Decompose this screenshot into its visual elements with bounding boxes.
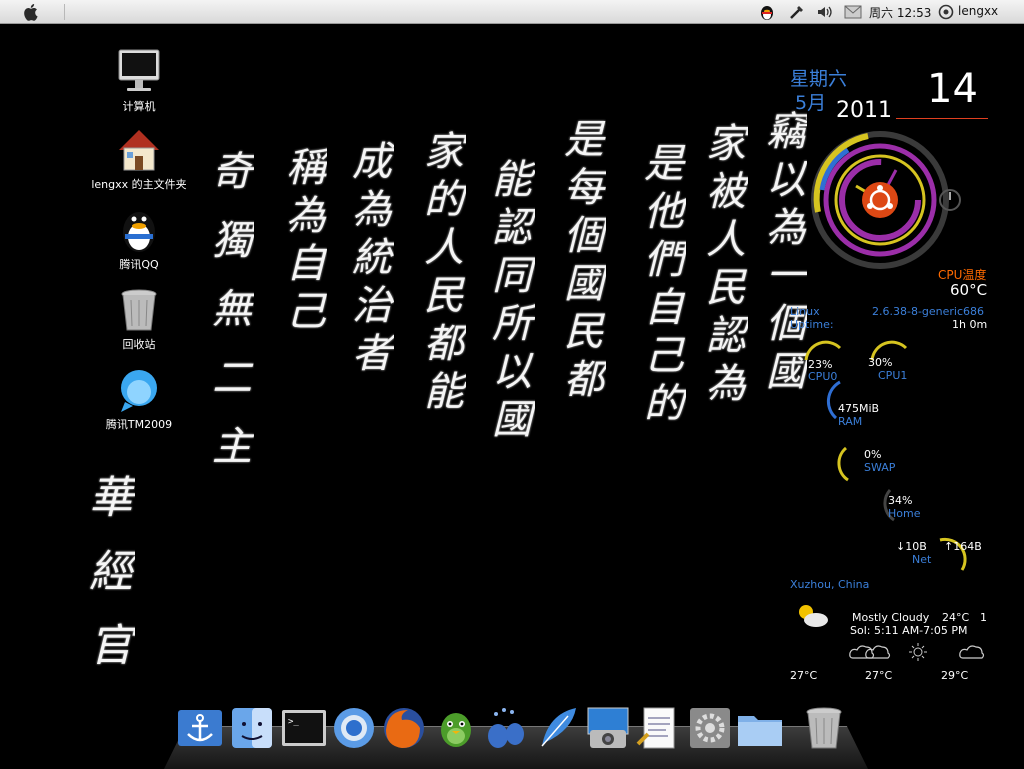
- wallpaper-calligraphy-column: 是每個國民都: [557, 118, 603, 406]
- net-down: ↓10B: [896, 540, 927, 553]
- calendar-weekday: 星期六: [790, 68, 848, 90]
- swap-label: SWAP: [864, 461, 896, 474]
- weather-condition: Mostly Cloudy: [852, 611, 930, 624]
- ram-label: RAM: [838, 415, 863, 428]
- computer-icon: [115, 48, 163, 96]
- os-label: Linux: [790, 305, 820, 318]
- sunny-icon: [908, 642, 928, 662]
- user-icon[interactable]: [936, 2, 956, 22]
- clock-rings-widget: [811, 131, 961, 269]
- weather-temp: 24°C: [942, 611, 970, 624]
- svg-text:>_: >_: [288, 717, 299, 727]
- calendar-day: 14: [927, 66, 978, 112]
- desktop-icon-label: 腾讯QQ: [119, 258, 159, 271]
- net-up: ↑164B: [944, 540, 982, 553]
- wallpaper-calligraphy-column: 稱為自己: [279, 146, 325, 338]
- partly-cloudy-icon: [792, 600, 832, 630]
- desktop-icon-home[interactable]: lengxx 的主文件夹: [84, 126, 194, 192]
- wallpaper-calligraphy-column: 家的人民都能: [417, 130, 463, 418]
- ram-value: 475MiB: [838, 402, 880, 415]
- qq-penguin-icon: [115, 206, 163, 254]
- feather-icon[interactable]: [534, 704, 582, 754]
- desktop-icon-label: 回收站: [122, 338, 156, 351]
- desktop-icon-label: 腾讯TM2009: [105, 418, 173, 431]
- calendar-month: 5月: [795, 92, 827, 114]
- apple-icon[interactable]: [22, 2, 42, 22]
- mail-icon[interactable]: [842, 2, 864, 22]
- photo-viewer-icon[interactable]: [584, 704, 632, 754]
- desktop-icon-label: lengxx 的主文件夹: [91, 178, 187, 191]
- dock-trash-icon[interactable]: [800, 704, 848, 754]
- cpu0-label: CPU0: [808, 370, 838, 383]
- weather-sun-times: Sol: 5:11 AM-7:05 PM: [850, 624, 968, 637]
- network-tool-icon[interactable]: [786, 2, 808, 22]
- kernel-version: 2.6.38-8-generic686: [872, 305, 985, 318]
- weather-location: Xuzhou, China: [790, 578, 870, 591]
- weather-extra: 1: [980, 611, 987, 624]
- wallpaper-calligraphy-column: 能認同所以國: [485, 158, 531, 446]
- cpu1-percent: 30%: [868, 356, 893, 369]
- top-menu-bar: 周六 12:53 lengxx: [0, 0, 1024, 24]
- desktop-icon-computer[interactable]: 计算机: [84, 48, 194, 114]
- desktop-icon-qq[interactable]: 腾讯QQ: [84, 206, 194, 272]
- net-label: Net: [912, 553, 932, 566]
- menubar-separator: [64, 4, 65, 20]
- cloudy-icon: [958, 642, 986, 662]
- forecast-temp: 27°C: [865, 669, 893, 682]
- desktop-icon-trash[interactable]: 回收站: [84, 286, 194, 352]
- cpu1-label: CPU1: [878, 369, 908, 382]
- finder-icon[interactable]: [228, 704, 276, 754]
- forecast-temp: 27°C: [790, 669, 818, 682]
- volume-icon[interactable]: [814, 2, 836, 22]
- desktop-icon-label: 计算机: [122, 100, 156, 113]
- qq-tray-icon[interactable]: [756, 2, 778, 22]
- desktop-icon-tm[interactable]: 腾讯TM2009: [84, 366, 194, 432]
- menubar-username[interactable]: lengxx: [958, 4, 998, 18]
- firefox-icon[interactable]: [380, 704, 428, 754]
- wallpaper-calligraphy-column: 家被人民認為: [699, 122, 745, 410]
- menubar-clock[interactable]: 周六 12:53: [869, 4, 931, 21]
- wallpaper-calligraphy-column: 奇 獨 無 二 主: [205, 150, 251, 473]
- swap-percent: 0%: [864, 448, 882, 461]
- calendar-underline: [896, 118, 988, 119]
- home-percent: 34%: [888, 494, 913, 507]
- trash-icon: [115, 286, 163, 334]
- empathy-icon[interactable]: [482, 704, 530, 754]
- forecast-temp: 29°C: [941, 669, 969, 682]
- cpu-temp-value: 60°C: [950, 281, 988, 299]
- tm-chat-icon: [115, 366, 163, 414]
- chromium-icon[interactable]: [330, 704, 378, 754]
- home-label: Home: [888, 507, 921, 520]
- cloudy-icon: [864, 642, 892, 662]
- calendar-year: 2011: [836, 98, 892, 123]
- wallpaper-signature: 華 經 官: [81, 474, 132, 674]
- home-folder-icon: [115, 126, 163, 174]
- pidgin-icon[interactable]: [432, 704, 480, 754]
- anchor-app-icon[interactable]: [176, 704, 224, 754]
- terminal-icon[interactable]: >_: [280, 704, 328, 754]
- system-settings-icon[interactable]: [686, 704, 734, 754]
- wallpaper-calligraphy-column: 成為統治者: [345, 140, 391, 380]
- text-editor-icon[interactable]: [634, 704, 682, 754]
- wallpaper-calligraphy-column: 是他們自己的: [637, 142, 683, 430]
- folder-icon[interactable]: [736, 704, 784, 754]
